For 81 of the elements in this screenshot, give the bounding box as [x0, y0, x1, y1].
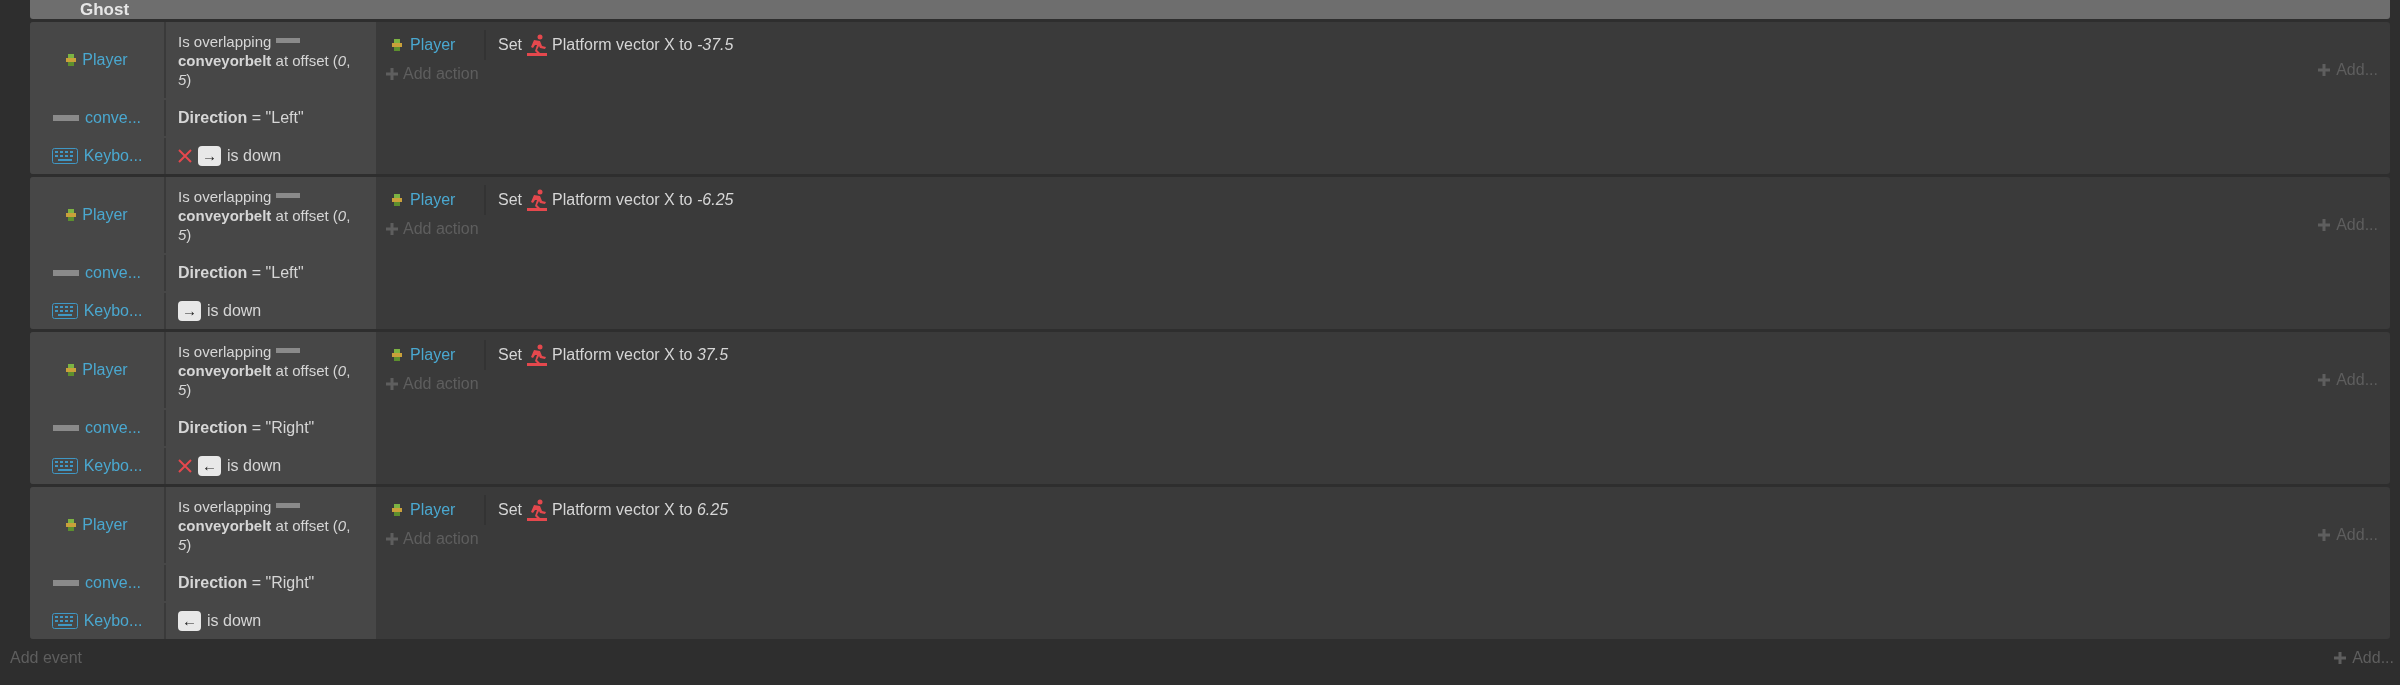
plus-icon [2318, 219, 2331, 231]
invert-icon [178, 149, 192, 163]
action-text[interactable]: Platform vector X to -37.5 [552, 33, 734, 57]
condition-text[interactable]: Is overlapping conveyorbelt at offset (0, 5) [178, 186, 364, 244]
bar-icon [53, 425, 79, 431]
key-cap: → [198, 146, 221, 166]
plus-icon [386, 378, 398, 390]
action-verb[interactable]: Set [498, 188, 522, 212]
sprite-icon [66, 519, 77, 531]
condition-row[interactable]: ← is down [166, 448, 376, 484]
keyboard-icon [51, 303, 78, 319]
plus-icon [2318, 529, 2331, 541]
condition-text[interactable]: Is overlapping conveyorbelt at offset (0, 5) [178, 496, 364, 554]
key-cap: ← [178, 611, 201, 631]
condition-text[interactable]: Direction = "Left" [178, 106, 304, 130]
bar-icon [275, 502, 300, 508]
plus-icon [2318, 64, 2331, 76]
action-text[interactable]: Platform vector X to 6.25 [552, 498, 729, 522]
condition-text[interactable]: is down [227, 144, 282, 168]
object-name[interactable]: Player [82, 358, 128, 382]
bar-icon [275, 37, 300, 43]
object-name[interactable]: Keybo... [83, 454, 143, 478]
group-title: Ghost [80, 1, 130, 18]
action-verb[interactable]: Set [498, 33, 522, 57]
sprite-icon [392, 504, 402, 516]
condition-text[interactable]: Direction = "Right" [178, 571, 315, 595]
condition-row[interactable]: → is down [166, 293, 376, 329]
object-name[interactable]: Player [82, 203, 128, 227]
bar-icon [275, 192, 300, 198]
condition-text[interactable]: Is overlapping conveyorbelt at offset (0, 5) [178, 341, 364, 399]
object-name[interactable]: conve... [85, 261, 141, 285]
condition-text[interactable]: is down [227, 454, 282, 478]
keyboard-icon [51, 148, 78, 164]
plus-icon [2334, 652, 2347, 664]
object-name[interactable]: conve... [85, 106, 141, 130]
object-name[interactable]: Keybo... [83, 609, 143, 633]
invert-icon [178, 459, 192, 473]
object-name[interactable]: Player [82, 48, 128, 72]
action-text[interactable]: Platform vector X to 37.5 [552, 343, 729, 367]
running-figure-icon [526, 499, 548, 521]
sprite-icon [392, 349, 402, 361]
condition-text[interactable]: Direction = "Left" [178, 261, 304, 285]
condition-text[interactable]: Direction = "Right" [178, 416, 315, 440]
plus-icon [386, 68, 398, 80]
keyboard-icon [51, 613, 78, 629]
running-figure-icon [526, 344, 548, 366]
condition-text[interactable]: Is overlapping conveyorbelt at offset (0, 5) [178, 31, 364, 89]
object-name[interactable]: Player [410, 188, 456, 212]
bar-icon [53, 580, 79, 586]
plus-icon [386, 533, 398, 545]
action-verb[interactable]: Set [498, 343, 522, 367]
object-name[interactable]: Keybo... [83, 299, 143, 323]
group-header[interactable]: Ghost [30, 0, 2390, 19]
bar-icon [275, 347, 300, 353]
condition-text[interactable]: is down [207, 299, 262, 323]
object-name[interactable]: conve... [85, 571, 141, 595]
keyboard-icon [51, 458, 78, 474]
object-name[interactable]: Player [82, 513, 128, 537]
sprite-icon [392, 39, 402, 51]
key-cap: → [178, 301, 201, 321]
action-verb[interactable]: Set [498, 498, 522, 522]
action-text[interactable]: Platform vector X to -6.25 [552, 188, 734, 212]
condition-text[interactable]: is down [207, 609, 262, 633]
bar-icon [53, 115, 79, 121]
object-name[interactable]: Keybo... [83, 144, 143, 168]
key-cap: ← [198, 456, 221, 476]
sprite-icon [66, 209, 77, 221]
sprite-icon [66, 54, 77, 66]
object-name[interactable]: conve... [85, 416, 141, 440]
sprite-icon [66, 364, 77, 376]
sprite-icon [392, 194, 402, 206]
object-name[interactable]: Player [410, 343, 456, 367]
condition-row[interactable]: → is down [166, 138, 376, 174]
object-name[interactable]: Player [410, 498, 456, 522]
plus-icon [386, 223, 398, 235]
plus-icon [2318, 374, 2331, 386]
running-figure-icon [526, 34, 548, 56]
object-name[interactable]: Player [410, 33, 456, 57]
running-figure-icon [526, 189, 548, 211]
bar-icon [53, 270, 79, 276]
condition-row[interactable]: ← is down [166, 603, 376, 639]
